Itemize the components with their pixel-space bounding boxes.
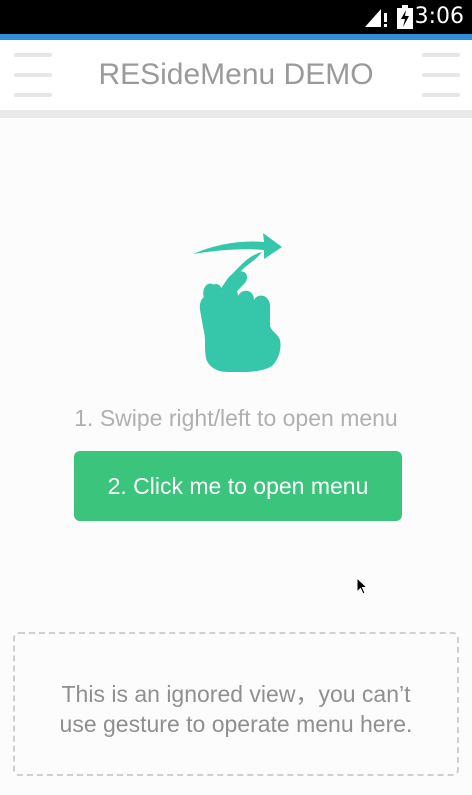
app-bar: RESideMenu DEMO	[0, 40, 472, 110]
left-menu-button[interactable]	[10, 51, 56, 99]
battery-charging-icon	[397, 5, 413, 29]
mouse-pointer-icon	[356, 577, 368, 595]
right-menu-button[interactable]	[418, 51, 464, 99]
open-menu-button[interactable]: 2. Click me to open menu	[74, 451, 402, 521]
app-bar-divider	[0, 110, 472, 118]
ignored-view-text-line-2: use gesture to operate menu here.	[59, 711, 413, 737]
swipe-gesture-icon	[193, 233, 282, 372]
status-time: 3:06	[414, 4, 464, 29]
app-title: RESideMenu DEMO	[98, 58, 374, 91]
status-bar: 3:06	[0, 0, 472, 34]
swipe-instruction: 1. Swipe right/left to open menu	[74, 405, 398, 431]
ignored-view: This is an ignored view，you can’t use ge…	[13, 632, 459, 776]
signal-icon	[365, 9, 387, 27]
main-content: 1. Swipe right/left to open menu 2. Clic…	[0, 118, 472, 795]
ignored-view-text-line-1: This is an ignored view，you can’t	[61, 681, 411, 707]
